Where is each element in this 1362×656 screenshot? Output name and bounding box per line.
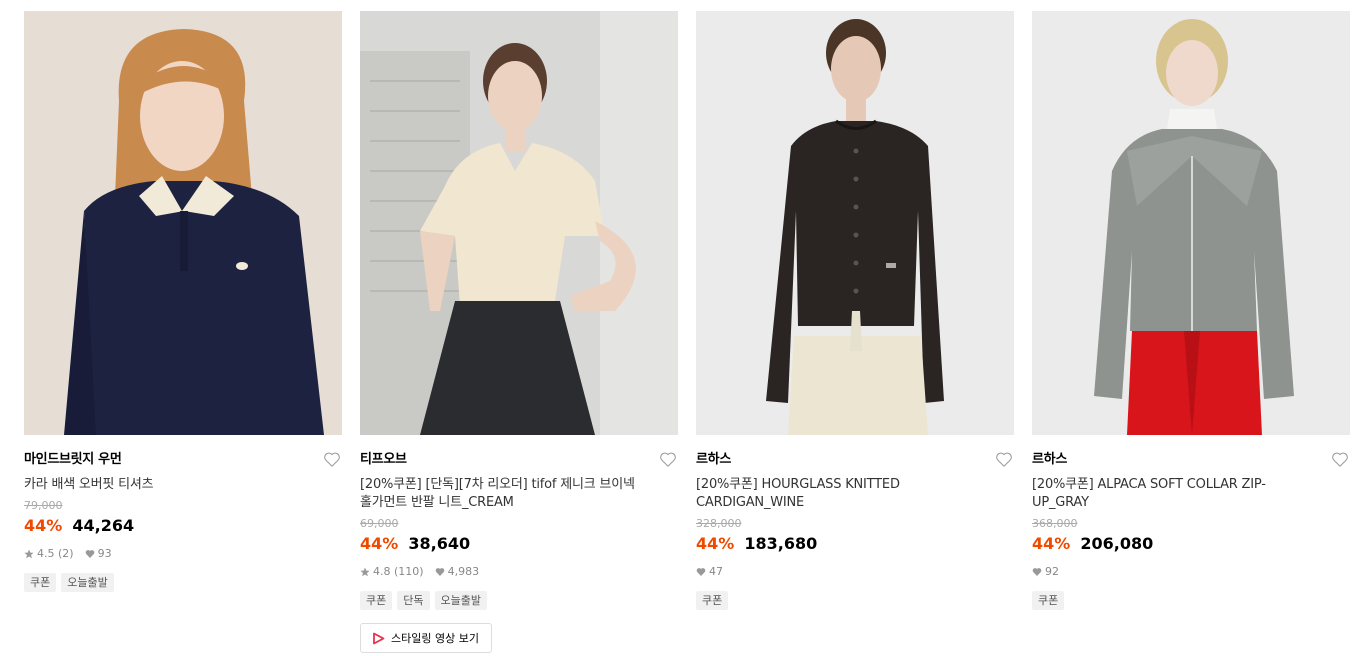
styling-video-label: 스타일링 영상 보기 <box>391 632 479 645</box>
star-icon <box>24 549 34 559</box>
discount-rate: 44% <box>1032 534 1071 553</box>
product-image[interactable] <box>696 11 1014 435</box>
product-name[interactable]: 카라 배색 오버핏 티셔츠 <box>24 476 314 494</box>
tag-coupon: 쿠폰 <box>1032 591 1065 610</box>
wishlist-heart-icon[interactable] <box>1331 451 1349 468</box>
product-name[interactable]: [20%쿠폰] ALPACA SOFT COLLAR ZIP-UP_GRAY <box>1032 476 1322 512</box>
sale-price: 183,680 <box>744 534 818 553</box>
star-icon <box>360 567 370 577</box>
sale-price: 206,080 <box>1080 534 1154 553</box>
product-card[interactable]: 마인드브릿지 우먼 카라 배색 오버핏 티셔츠 79,000 44% 44,26… <box>24 11 342 592</box>
discount-rate: 44% <box>24 516 63 535</box>
heart-filled-icon <box>1032 568 1042 576</box>
original-price: 368,000 <box>1032 517 1078 530</box>
heart-filled-icon <box>435 568 444 576</box>
sale-price: 38,640 <box>408 534 471 553</box>
like-count: 93 <box>97 547 112 560</box>
brand-name[interactable]: 티프오브 <box>360 451 678 469</box>
sale-price: 44,264 <box>72 516 135 535</box>
heart-filled-icon <box>85 550 94 558</box>
like-count: 47 <box>709 565 723 578</box>
tag-today-ship: 오늘출발 <box>434 591 487 610</box>
discount-rate: 44% <box>360 534 399 553</box>
heart-filled-icon <box>696 568 706 576</box>
tag-coupon: 쿠폰 <box>24 573 57 592</box>
review-count: (2) <box>58 547 74 560</box>
tag-coupon: 쿠폰 <box>360 591 393 610</box>
original-price: 328,000 <box>696 517 742 530</box>
like-count: 4,983 <box>447 565 480 578</box>
brand-name[interactable]: 마인드브릿지 우먼 <box>24 451 342 469</box>
brand-name[interactable]: 르하스 <box>696 451 1014 469</box>
like-count: 92 <box>1045 565 1059 578</box>
wishlist-heart-icon[interactable] <box>995 451 1013 468</box>
rating-value: 4.5 <box>37 547 55 560</box>
brand-name[interactable]: 르하스 <box>1032 451 1350 469</box>
product-name[interactable]: [20%쿠폰] [단독][7차 리오더] tifof 제니크 브이넥 홀가먼트 … <box>360 476 650 512</box>
tag-exclusive: 단독 <box>397 591 430 610</box>
product-image[interactable] <box>1032 11 1350 435</box>
discount-rate: 44% <box>696 534 735 553</box>
product-name[interactable]: [20%쿠폰] HOURGLASS KNITTED CARDIGAN_WINE <box>696 476 986 512</box>
review-count: (110) <box>394 565 424 578</box>
rating-value: 4.8 <box>373 565 391 578</box>
product-image[interactable] <box>360 11 678 435</box>
original-price: 79,000 <box>24 499 63 512</box>
original-price: 69,000 <box>360 517 399 530</box>
tag-coupon: 쿠폰 <box>696 591 729 610</box>
product-image[interactable] <box>24 11 342 435</box>
product-card[interactable]: 르하스 [20%쿠폰] HOURGLASS KNITTED CARDIGAN_W… <box>696 11 1014 610</box>
play-icon <box>373 632 385 644</box>
wishlist-heart-icon[interactable] <box>659 451 677 468</box>
styling-video-button[interactable]: 스타일링 영상 보기 <box>360 623 492 653</box>
product-card[interactable]: 르하스 [20%쿠폰] ALPACA SOFT COLLAR ZIP-UP_GR… <box>1032 11 1350 610</box>
product-card[interactable]: 티프오브 [20%쿠폰] [단독][7차 리오더] tifof 제니크 브이넥 … <box>360 11 678 653</box>
wishlist-heart-icon[interactable] <box>323 451 341 468</box>
tag-today-ship: 오늘출발 <box>61 573 114 592</box>
